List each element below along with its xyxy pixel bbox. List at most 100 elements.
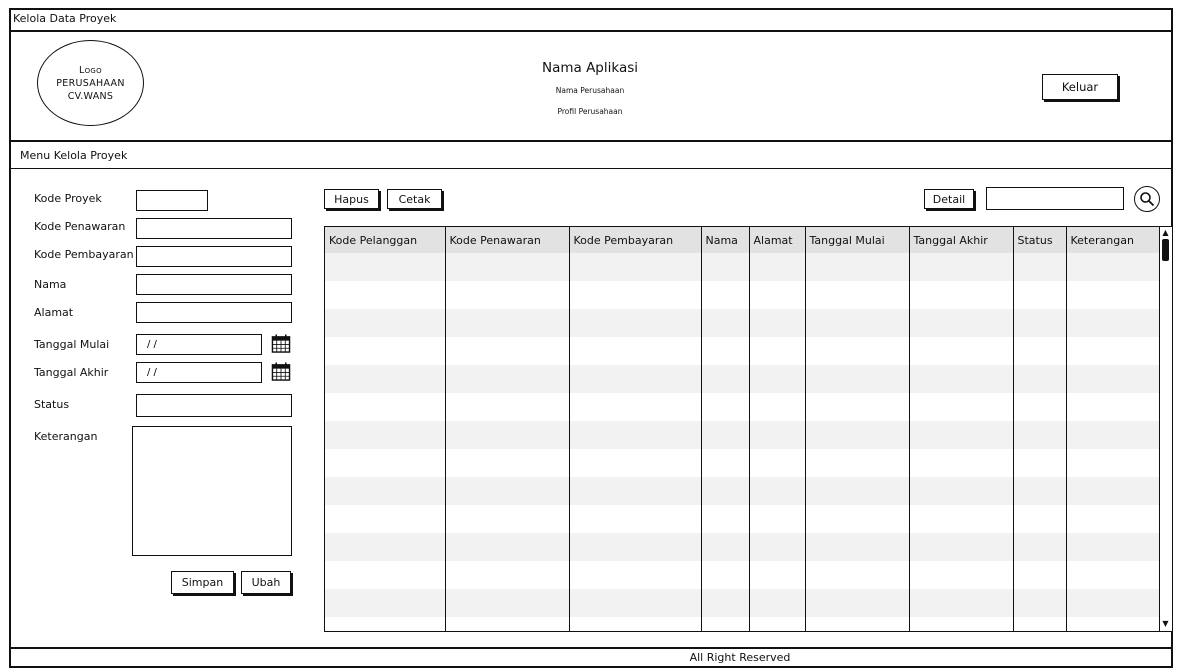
table-cell[interactable] (805, 449, 910, 477)
table-cell[interactable] (749, 365, 806, 393)
table-cell[interactable] (445, 309, 570, 337)
table-cell[interactable] (445, 365, 570, 393)
delete-button[interactable]: Hapus (324, 189, 379, 209)
table-cell[interactable] (569, 505, 702, 533)
table-cell[interactable] (909, 337, 1014, 365)
table-cell[interactable] (805, 477, 910, 505)
table-cell[interactable] (749, 589, 806, 617)
table-cell[interactable] (445, 477, 570, 505)
table-cell[interactable] (701, 505, 750, 533)
table-cell[interactable] (569, 533, 702, 561)
detail-button[interactable]: Detail (924, 189, 974, 209)
table-cell[interactable] (569, 281, 702, 309)
table-cell[interactable] (701, 449, 750, 477)
table-cell[interactable] (569, 309, 702, 337)
table-row[interactable] (325, 477, 1159, 505)
table-cell[interactable] (749, 617, 806, 631)
table-cell[interactable] (325, 393, 446, 421)
table-cell[interactable] (701, 421, 750, 449)
arrow-down-icon[interactable]: ▼ (1160, 618, 1171, 629)
table-cell[interactable] (1013, 589, 1067, 617)
save-button[interactable]: Simpan (171, 571, 234, 594)
table-cell[interactable] (1066, 617, 1159, 631)
table-cell[interactable] (325, 421, 446, 449)
search-input[interactable] (986, 187, 1124, 210)
table-cell[interactable] (805, 365, 910, 393)
table-cell[interactable] (1066, 337, 1159, 365)
table-cell[interactable] (805, 533, 910, 561)
table-cell[interactable] (701, 253, 750, 281)
table-cell[interactable] (325, 505, 446, 533)
table-cell[interactable] (569, 449, 702, 477)
table-cell[interactable] (701, 281, 750, 309)
table-cell[interactable] (325, 561, 446, 589)
table-cell[interactable] (1066, 505, 1159, 533)
table-cell[interactable] (909, 281, 1014, 309)
kode-penawaran-input[interactable] (136, 218, 292, 239)
table-row[interactable] (325, 393, 1159, 421)
table-cell[interactable] (701, 617, 750, 631)
table-cell[interactable] (569, 253, 702, 281)
table-cell[interactable] (445, 253, 570, 281)
keterangan-textarea[interactable] (132, 426, 292, 556)
table-cell[interactable] (701, 533, 750, 561)
table-cell[interactable] (909, 421, 1014, 449)
table-cell[interactable] (1013, 477, 1067, 505)
table-cell[interactable] (1066, 365, 1159, 393)
table-row[interactable] (325, 421, 1159, 449)
table-cell[interactable] (749, 393, 806, 421)
table-cell[interactable] (805, 421, 910, 449)
column-header[interactable]: Tanggal Mulai (805, 227, 910, 253)
table-cell[interactable] (1066, 589, 1159, 617)
print-button[interactable]: Cetak (387, 189, 442, 209)
kode-proyek-input[interactable] (136, 190, 208, 211)
table-cell[interactable] (1013, 421, 1067, 449)
table-cell[interactable] (701, 393, 750, 421)
project-table[interactable]: Kode Pelanggan Kode Penawaran Kode Pemba… (324, 226, 1160, 632)
table-cell[interactable] (749, 421, 806, 449)
table-cell[interactable] (909, 561, 1014, 589)
table-row[interactable] (325, 337, 1159, 365)
table-cell[interactable] (1013, 505, 1067, 533)
table-cell[interactable] (1013, 449, 1067, 477)
table-cell[interactable] (569, 589, 702, 617)
table-cell[interactable] (1066, 421, 1159, 449)
table-cell[interactable] (805, 561, 910, 589)
table-cell[interactable] (325, 365, 446, 393)
alamat-input[interactable] (136, 302, 292, 323)
table-cell[interactable] (749, 561, 806, 589)
table-cell[interactable] (1066, 253, 1159, 281)
column-header[interactable]: Kode Pelanggan (325, 227, 446, 253)
table-cell[interactable] (1013, 393, 1067, 421)
table-cell[interactable] (1066, 281, 1159, 309)
column-header[interactable]: Kode Pembayaran (569, 227, 702, 253)
table-cell[interactable] (805, 253, 910, 281)
column-header[interactable]: Keterangan (1066, 227, 1159, 253)
table-cell[interactable] (701, 309, 750, 337)
logout-button[interactable]: Keluar (1042, 74, 1118, 100)
scroll-thumb[interactable] (1162, 239, 1169, 261)
table-cell[interactable] (1013, 253, 1067, 281)
table-cell[interactable] (805, 309, 910, 337)
table-cell[interactable] (325, 281, 446, 309)
table-cell[interactable] (701, 561, 750, 589)
table-cell[interactable] (749, 253, 806, 281)
table-cell[interactable] (1013, 561, 1067, 589)
table-cell[interactable] (1013, 309, 1067, 337)
table-cell[interactable] (909, 309, 1014, 337)
table-cell[interactable] (1066, 533, 1159, 561)
table-cell[interactable] (445, 561, 570, 589)
table-cell[interactable] (749, 449, 806, 477)
table-cell[interactable] (569, 337, 702, 365)
kode-pembayaran-input[interactable] (136, 246, 292, 267)
table-row[interactable] (325, 365, 1159, 393)
table-scrollbar[interactable]: ▲ ▼ (1160, 226, 1173, 632)
table-cell[interactable] (909, 617, 1014, 631)
table-cell[interactable] (805, 281, 910, 309)
table-cell[interactable] (749, 337, 806, 365)
table-cell[interactable] (1013, 533, 1067, 561)
table-cell[interactable] (325, 337, 446, 365)
table-cell[interactable] (909, 533, 1014, 561)
table-cell[interactable] (805, 589, 910, 617)
table-cell[interactable] (749, 281, 806, 309)
